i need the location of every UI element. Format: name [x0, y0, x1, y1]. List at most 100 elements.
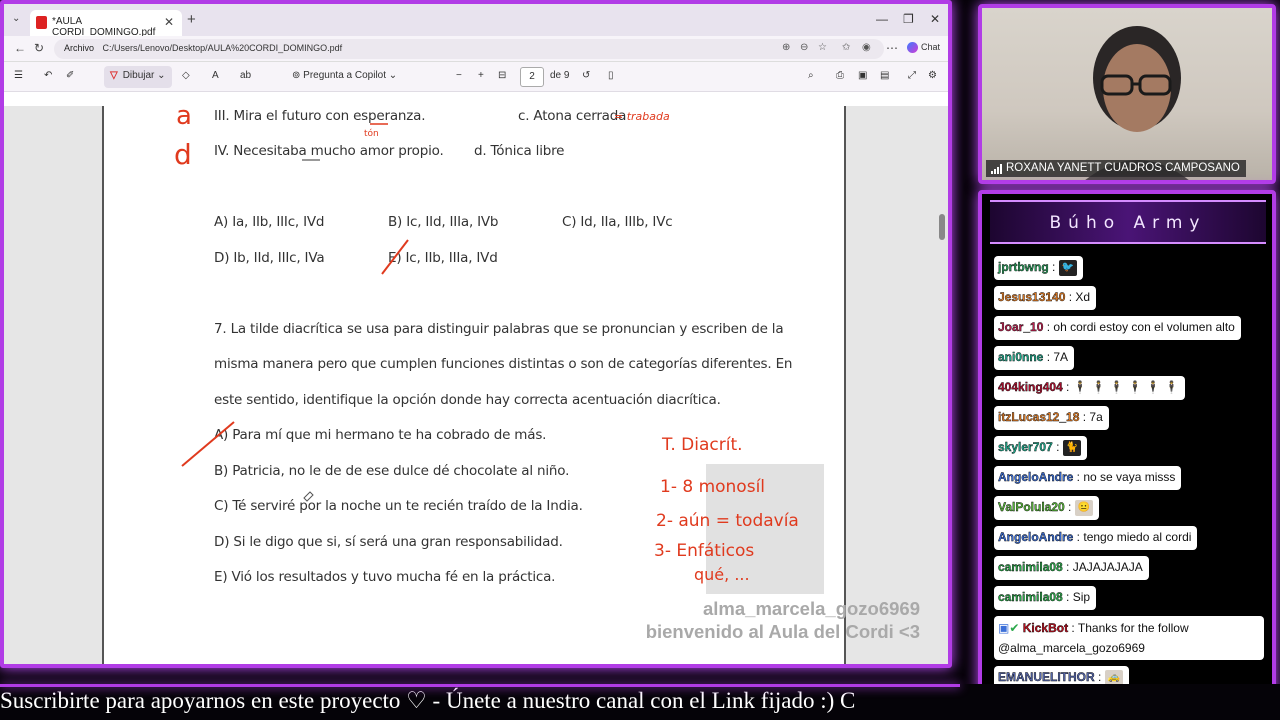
- print-icon[interactable]: ⎙: [836, 70, 844, 81]
- pdf-document-area[interactable]: III. Mira el futuro con esperanza. c. At…: [4, 106, 948, 664]
- cat-emote-icon: 🐈: [1062, 440, 1081, 456]
- chat-username: AngeloAndre: [998, 470, 1074, 484]
- item-iii: III. Mira el futuro con esperanza.: [214, 108, 426, 124]
- page-view-icon[interactable]: ▯: [608, 70, 614, 81]
- chat-username: camimila08: [998, 560, 1063, 574]
- new-tab-button[interactable]: +: [187, 11, 196, 28]
- zoom-in-button[interactable]: +: [478, 70, 484, 81]
- pdf-toolbar: ☰ ↶ ✐ ▽ Dibujar ⌄ ◇ A ab ⊚ Pregunta a Cop…: [4, 62, 948, 92]
- settings-gear-icon[interactable]: ⚙: [928, 70, 937, 81]
- maximize-button[interactable]: ❐: [903, 12, 914, 26]
- fit-page-icon[interactable]: ⊟: [498, 70, 506, 81]
- chat-username: itzLucas12_18: [998, 410, 1080, 424]
- chat-text: JAJAJAJAJA: [1072, 560, 1143, 574]
- minimize-button[interactable]: —: [876, 12, 888, 26]
- q7-option-c: C) Té serviré por la noche un te recién …: [214, 498, 583, 514]
- tab-bar: ⌄ *AULA CORDI_DOMINGO.pdf ✕ + — ❐ ✕: [4, 4, 948, 38]
- more-options-icon[interactable]: ⋯: [886, 41, 898, 55]
- zoom-icon[interactable]: ⊖: [800, 42, 808, 53]
- chat-message: jprtbwng : 🐦: [994, 256, 1083, 280]
- eraser-icon[interactable]: ◇: [182, 70, 190, 81]
- signal-bars-icon: [991, 164, 1002, 174]
- streamer-webcam-image: [1085, 26, 1189, 180]
- save-icon[interactable]: ▣: [858, 70, 867, 81]
- contents-icon[interactable]: ☰: [14, 70, 23, 81]
- pdf-file-icon: [36, 16, 47, 29]
- follower-welcome-overlay: alma_marcela_gozo6969 bienvenido al Aula…: [590, 597, 920, 643]
- chat-message: ani0nne : 7A: [994, 346, 1075, 370]
- chat-message: camimila08 : Sip: [994, 586, 1097, 610]
- answer-c: C) Id, IIa, IIIb, IVc: [562, 214, 673, 230]
- add-text-icon[interactable]: A: [212, 70, 219, 81]
- tab-menu-chevron-icon[interactable]: ⌄: [12, 13, 20, 24]
- webcam-name-label: ROXANA YANETT CUADROS CAMPOSANO: [986, 160, 1246, 177]
- draw-label: Dibujar: [122, 70, 155, 81]
- chat-username: KickBot: [1022, 621, 1069, 635]
- option-d: d. Tónica libre: [474, 143, 565, 159]
- chat-username: Joar_10: [998, 320, 1044, 334]
- page-total: de 9: [550, 70, 570, 81]
- tab-title: *AULA CORDI_DOMINGO.pdf: [52, 16, 156, 38]
- copilot-ask-button[interactable]: ⊚ Pregunta a Copilot ⌄: [292, 70, 397, 81]
- scrollbar-thumb[interactable]: [939, 214, 945, 240]
- fullscreen-icon[interactable]: ⤢: [908, 70, 916, 81]
- tab-pdf-document[interactable]: *AULA CORDI_DOMINGO.pdf ✕: [30, 10, 182, 38]
- verified-badge-icon: ✔: [1009, 621, 1020, 635]
- draw-button[interactable]: ▽ Dibujar ⌄: [104, 66, 172, 88]
- pdf-browser-window: ⌄ *AULA CORDI_DOMINGO.pdf ✕ + — ❐ ✕ ← ↻ …: [0, 0, 952, 668]
- stream-chat-panel: Búho Army jprtbwng : 🐦 Jesus13140 : Xd J…: [978, 190, 1276, 714]
- chat-text: Xd: [1075, 290, 1091, 304]
- q7-option-e: E) Vió los resultados y tuvo mucha fé en…: [214, 569, 556, 585]
- question-7-line2: misma manera pero que cumplen funciones …: [214, 356, 793, 372]
- favorite-star-icon[interactable]: ☆: [818, 42, 827, 53]
- face-emote-icon: 😐: [1074, 500, 1093, 516]
- rotate-icon[interactable]: ↺: [582, 70, 590, 81]
- copilot-icon: [906, 42, 918, 54]
- question-7-line3: este sentido, identifique la opción dond…: [214, 392, 721, 408]
- chat-username: ValPolula20: [998, 500, 1065, 515]
- chat-username: 404king404: [998, 380, 1063, 394]
- address-bar-row: ← ↻ Archivo C:/Users/Lenovo/Desktop/AULA…: [4, 36, 948, 62]
- chat-message: camimila08 : JAJAJAJAJA: [994, 556, 1149, 580]
- address-bar[interactable]: Archivo C:/Users/Lenovo/Desktop/AULA%20C…: [54, 39, 884, 59]
- option-c: c. Atona cerrada: [518, 108, 627, 124]
- copilot-chat-button[interactable]: Chat: [906, 42, 940, 54]
- bot-badge-icon: ▣: [998, 621, 1010, 635]
- file-protocol-label: Archivo: [64, 43, 95, 53]
- refresh-icon[interactable]: ↻: [34, 41, 44, 55]
- chat-username: jprtbwng: [998, 260, 1049, 275]
- translate-icon[interactable]: ⊕: [782, 42, 790, 53]
- draw-pen-icon: ▽: [110, 70, 118, 81]
- chat-username: Jesus13140: [998, 290, 1066, 304]
- favorites-icon[interactable]: ✩: [842, 42, 850, 53]
- chat-username: AngeloAndre: [998, 530, 1074, 544]
- chat-text: oh cordi estoy con el volumen alto: [1053, 320, 1235, 334]
- highlight-icon[interactable]: ✐: [66, 70, 74, 81]
- chat-username: camimila08: [998, 590, 1063, 604]
- dancing-emotes-icon: 🕴 🕴 🕴 🕴 🕴 🕴: [1072, 380, 1180, 394]
- back-icon[interactable]: ←: [14, 41, 26, 55]
- zoom-out-button[interactable]: −: [456, 70, 462, 81]
- read-aloud-icon[interactable]: ab: [240, 70, 251, 81]
- profile-icon[interactable]: ◉: [862, 42, 871, 53]
- welcome-text: bienvenido al Aula del Cordi <3: [645, 621, 920, 642]
- chat-message: skyler707 : 🐈: [994, 436, 1087, 460]
- question-7-line1: 7. La tilde diacrítica se usa para disti…: [214, 321, 784, 337]
- chat-text-mention: @alma_marcela_gozo6969: [998, 641, 1145, 655]
- q7-option-a: A) Para mí que mi hermano te ha cobrado …: [214, 427, 547, 443]
- bird-emote-icon: 🐦: [1058, 260, 1077, 276]
- tab-close-icon[interactable]: ✕: [164, 15, 174, 29]
- answer-a: A) Ia, IIb, IIIc, IVd: [214, 214, 325, 230]
- chat-text: tengo miedo al cordi: [1083, 530, 1192, 544]
- follower-name: alma_marcela_gozo6969: [703, 598, 920, 619]
- webcam-name: ROXANA YANETT CUADROS CAMPOSANO: [1006, 162, 1240, 174]
- close-window-button[interactable]: ✕: [930, 12, 940, 26]
- undo-icon[interactable]: ↶: [44, 70, 52, 81]
- chat-text: 7a: [1089, 410, 1103, 424]
- vertical-scrollbar[interactable]: [938, 110, 946, 660]
- answer-e: E) Ic, IIb, IIIa, IVd: [388, 250, 498, 266]
- save-as-icon[interactable]: ▤: [880, 70, 889, 81]
- chat-message: Jesus13140 : Xd: [994, 286, 1097, 310]
- page-number-input[interactable]: 2: [520, 67, 544, 87]
- search-icon[interactable]: ⌕: [808, 70, 814, 81]
